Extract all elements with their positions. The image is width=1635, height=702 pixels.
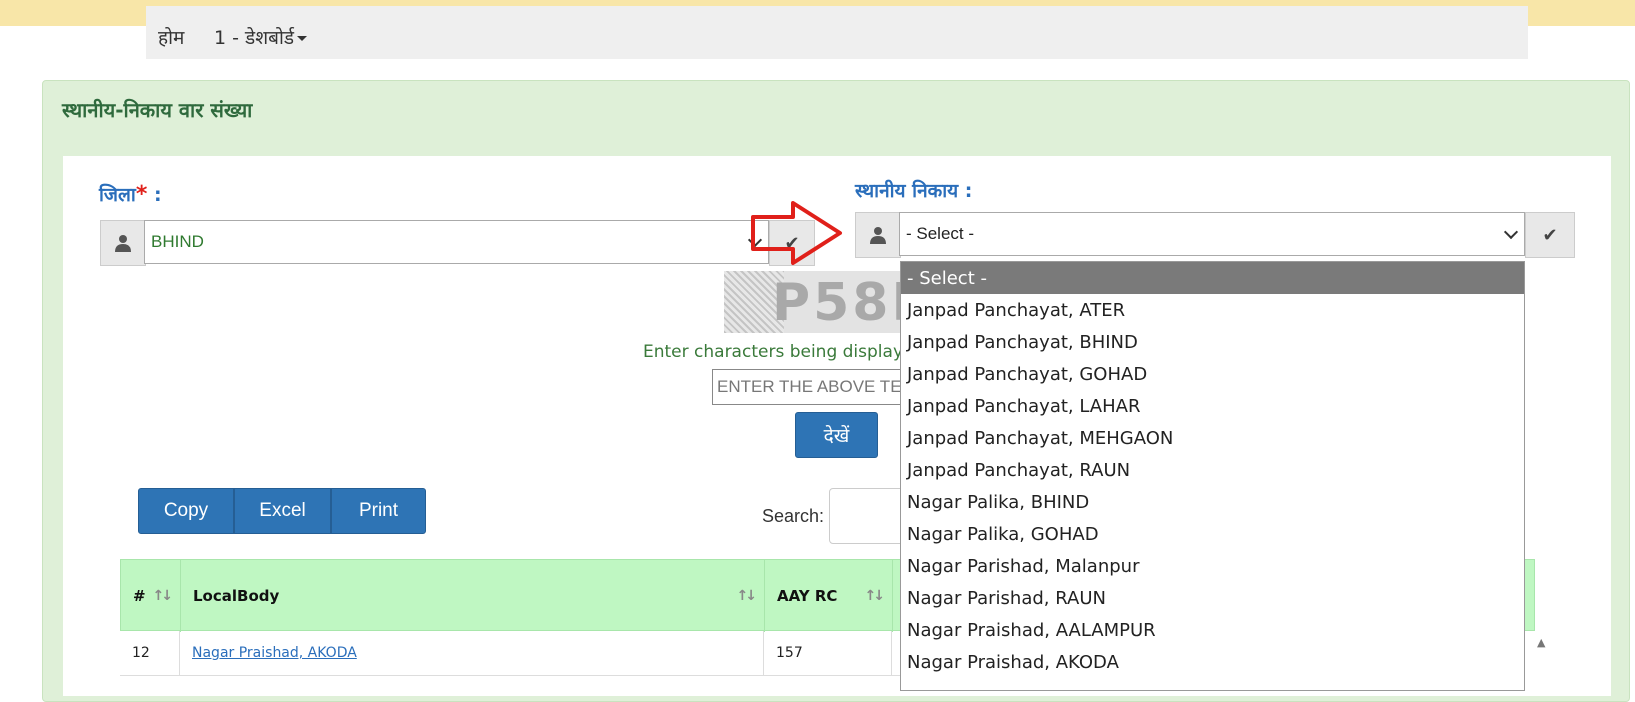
local-body-link[interactable]: Nagar Praishad, AKODA: [192, 645, 357, 661]
nav-dashboard-label: 1 - डेशबोर्ड: [214, 27, 295, 49]
annotation-arrow-icon: [751, 201, 842, 265]
dropdown-option[interactable]: Nagar Palika, GOHAD: [901, 518, 1524, 550]
column-header-number[interactable]: # ↑↓: [121, 560, 181, 632]
scroll-up-icon[interactable]: ▲: [1537, 636, 1549, 649]
dropdown-option[interactable]: Janpad Panchayat, RAUN: [901, 454, 1524, 486]
row-aay-rc: 157: [764, 631, 892, 675]
district-select[interactable]: BHIND: [144, 220, 769, 264]
excel-button[interactable]: Excel: [234, 488, 331, 534]
table-row: 12 Nagar Praishad, AKODA 157: [120, 631, 920, 676]
column-header-aay-rc[interactable]: AAY RC ↑↓: [765, 560, 893, 632]
nav-home[interactable]: होम: [158, 26, 184, 50]
navbar: होम 1 - डेशबोर्ड: [146, 6, 1528, 59]
local-body-dropdown-list: - Select - Janpad Panchayat, ATER Janpad…: [900, 261, 1525, 691]
district-label-colon: :: [147, 184, 162, 206]
required-mark: *: [135, 182, 148, 207]
district-label-text: जिला: [99, 184, 136, 206]
user-icon: [100, 220, 146, 266]
sort-icon: ↑↓: [864, 588, 886, 604]
dropdown-option[interactable]: Nagar Palika, BHIND: [901, 486, 1524, 518]
captcha-image: P58R: [724, 271, 904, 333]
search-input[interactable]: [829, 488, 909, 544]
district-select-value: BHIND: [151, 232, 204, 251]
dropdown-option[interactable]: Nagar Praishad, AKODA: [901, 646, 1524, 678]
column-header-aay-rc-label: AAY RC: [777, 587, 838, 605]
copy-button[interactable]: Copy: [138, 488, 234, 534]
sort-icon: ↑↓: [152, 588, 174, 604]
sort-icon: ↑↓: [736, 588, 758, 604]
dropdown-option[interactable]: Janpad Panchayat, BHIND: [901, 326, 1524, 358]
check-icon: ✔: [1542, 224, 1558, 246]
search-label: Search:: [762, 506, 825, 526]
dropdown-option[interactable]: Nagar Praishad, AALAMPUR: [901, 614, 1524, 646]
dropdown-option[interactable]: Janpad Panchayat, ATER: [901, 294, 1524, 326]
row-local-body: Nagar Praishad, AKODA: [180, 631, 764, 675]
column-header-localbody-label: LocalBody: [193, 587, 280, 605]
column-header-localbody[interactable]: LocalBody ↑↓: [181, 560, 765, 632]
dropdown-option[interactable]: Janpad Panchayat, GOHAD: [901, 358, 1524, 390]
row-number: 12: [120, 631, 180, 675]
local-body-confirm-button[interactable]: ✔: [1525, 212, 1575, 258]
local-body-select-value: - Select -: [906, 224, 975, 243]
nav-dashboard[interactable]: 1 - डेशबोर्ड: [214, 26, 308, 50]
local-body-select[interactable]: - Select -: [899, 212, 1525, 256]
caret-down-icon: [297, 36, 308, 41]
chevron-down-icon: [1503, 224, 1519, 240]
captcha-input[interactable]: ENTER THE ABOVE TEXT: [712, 369, 932, 405]
view-button[interactable]: देखें: [795, 412, 878, 458]
dropdown-option[interactable]: Nagar Parishad, RAUN: [901, 582, 1524, 614]
user-icon: [855, 212, 901, 258]
panel-title: स्थानीय-निकाय वार संख्या: [62, 98, 253, 122]
local-body-label: स्थानीय निकाय :: [855, 180, 973, 202]
print-button[interactable]: Print: [331, 488, 426, 534]
captcha-text: P58R: [772, 273, 904, 333]
dropdown-option[interactable]: Janpad Panchayat, MEHGAON: [901, 422, 1524, 454]
dropdown-option[interactable]: Nagar Parishad, Malanpur: [901, 550, 1524, 582]
column-header-number-label: #: [133, 587, 146, 605]
dropdown-option[interactable]: - Select -: [901, 262, 1524, 294]
dropdown-option[interactable]: Janpad Panchayat, LAHAR: [901, 390, 1524, 422]
district-label: जिला* :: [99, 181, 162, 207]
captcha-hint: Enter characters being displayed: [643, 342, 925, 362]
